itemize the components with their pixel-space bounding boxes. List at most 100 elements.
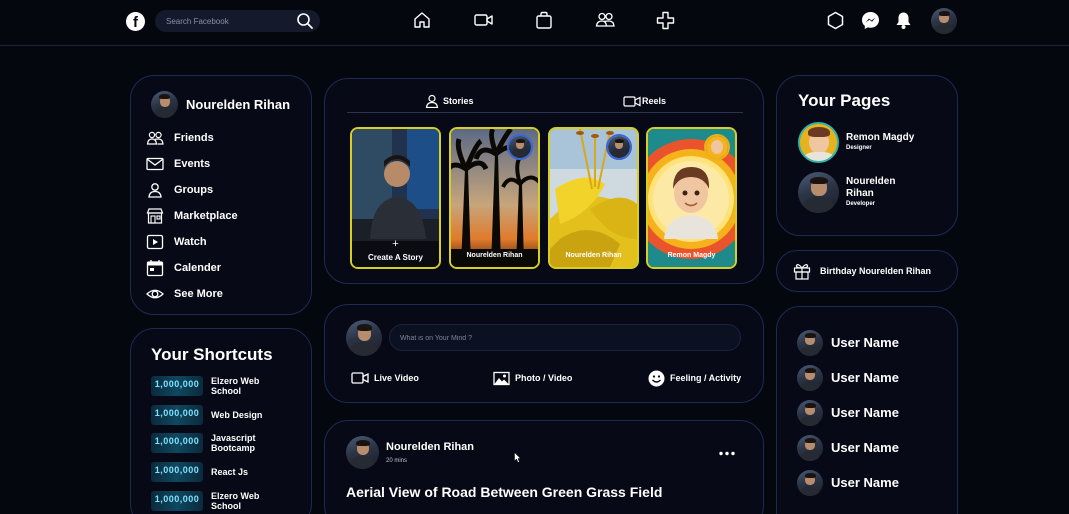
post-author-name[interactable]: Nourelden Rihan <box>386 441 474 453</box>
menu-item-friends[interactable]: Friends <box>146 128 214 148</box>
gift-icon <box>793 264 811 280</box>
mouse-cursor-icon <box>514 452 521 463</box>
contact-avatar <box>797 470 823 496</box>
story-label: Create A Story <box>368 253 423 262</box>
video-icon <box>351 372 369 384</box>
video-icon <box>623 95 641 107</box>
feeling-activity-label: Feeling / Activity <box>670 373 742 383</box>
smiley-icon <box>648 370 665 386</box>
profile-avatar[interactable] <box>151 91 178 118</box>
contact-name: User Name <box>831 440 899 455</box>
story-label: Remon Magdy <box>667 252 716 259</box>
story-avatar <box>704 134 730 160</box>
image-icon <box>493 371 510 385</box>
shortcut-thumbnail[interactable]: 1,000,000 <box>151 491 203 511</box>
story-avatar <box>507 134 533 160</box>
page-avatar[interactable] <box>798 172 839 213</box>
photo-video-label: Photo / Video <box>515 373 573 383</box>
tabs-divider <box>347 112 743 113</box>
gaming-icon[interactable] <box>656 11 675 30</box>
menu-item-marketplace[interactable]: Marketplace <box>146 206 238 226</box>
menu-item-label: Events <box>174 158 211 170</box>
menu-item-label: Calender <box>174 262 222 274</box>
photo-video-button[interactable]: Photo / Video <box>493 370 572 386</box>
shortcut-thumbnail[interactable]: 1,000,000 <box>151 462 203 482</box>
tab-stories-label: Stories <box>443 96 474 106</box>
shortcut-thumbnail[interactable]: 1,000,000 <box>151 376 203 396</box>
home-icon[interactable] <box>413 11 431 29</box>
tab-stories[interactable]: Stories <box>425 94 474 108</box>
story-card[interactable]: Nourelden Rihan <box>449 127 540 269</box>
search-box <box>155 10 320 32</box>
contact-name: User Name <box>831 335 899 350</box>
shortcut-label[interactable]: React Js <box>211 467 281 477</box>
birthday-label: Birthday Nourelden Rihan <box>820 266 932 276</box>
shortcuts-panel: Your Shortcuts 1,000,000 Elzero Web Scho… <box>130 328 312 514</box>
story-card[interactable]: Remon Magdy <box>646 127 737 269</box>
story-card[interactable]: Nourelden Rihan <box>548 127 639 269</box>
create-story-plus: + <box>392 238 399 250</box>
bell-icon[interactable] <box>895 11 912 30</box>
shortcut-thumbnail[interactable]: 1,000,000 <box>151 433 203 453</box>
search-input[interactable] <box>166 14 286 28</box>
live-video-label: Live Video <box>374 373 419 383</box>
menu-item-see-more[interactable]: See More <box>146 284 223 304</box>
video-icon[interactable] <box>474 11 493 29</box>
profile-name[interactable]: Nourelden Rihan <box>186 97 290 112</box>
friends-icon <box>146 131 164 145</box>
story-card-create[interactable]: + Create A Story <box>350 127 441 269</box>
menu-item-label: See More <box>174 288 223 300</box>
post-title: Aerial View of Road Between Green Grass … <box>346 484 663 500</box>
page-role: Designer <box>846 145 872 151</box>
post-author-avatar[interactable] <box>346 436 379 469</box>
user-icon <box>425 94 439 108</box>
contacts-panel: User Name User Name User Name User Name … <box>776 306 958 514</box>
contact-avatar <box>797 400 823 426</box>
menu-item-watch[interactable]: Watch <box>146 232 207 252</box>
hexagon-icon[interactable] <box>827 11 844 30</box>
facebook-logo[interactable]: f <box>126 12 145 31</box>
shortcut-label[interactable]: Elzero Web School <box>211 491 281 511</box>
marketplace-icon[interactable] <box>535 11 553 29</box>
contact-name: User Name <box>831 405 899 420</box>
tab-reels[interactable]: Reels <box>623 94 666 108</box>
events-icon <box>146 157 164 171</box>
marketplace-icon <box>146 208 164 224</box>
live-video-button[interactable]: Live Video <box>351 370 419 386</box>
eye-icon <box>146 289 164 299</box>
shortcut-label[interactable]: Javascript Bootcamp <box>211 433 281 453</box>
page-name[interactable]: Nourelden Rihan <box>846 176 916 200</box>
menu-item-label: Friends <box>174 132 214 144</box>
menu-item-groups[interactable]: Groups <box>146 180 213 200</box>
story-avatar <box>606 134 632 160</box>
groups-icon[interactable] <box>595 11 615 29</box>
page-name[interactable]: Remon Magdy <box>846 132 914 143</box>
contact-avatar <box>797 330 823 356</box>
story-label: Nourelden Rihan <box>565 252 622 259</box>
page-role: Developer <box>846 201 876 207</box>
messenger-icon[interactable] <box>861 11 880 30</box>
watch-icon <box>146 234 164 250</box>
shortcut-label[interactable]: Web Design <box>211 410 281 420</box>
composer-avatar[interactable] <box>346 320 382 356</box>
shortcut-thumbnail[interactable]: 1,000,000 <box>151 405 203 425</box>
account-avatar[interactable] <box>931 8 957 34</box>
search-icon[interactable] <box>296 12 314 30</box>
menu-panel: Nourelden Rihan Friends Events Groups Ma… <box>130 75 312 315</box>
menu-item-calender[interactable]: Calender <box>146 258 221 278</box>
more-options-icon[interactable] <box>719 451 735 456</box>
composer-panel: Live Video Photo / Video Feeling / Activ… <box>324 304 764 403</box>
story-label: Nourelden Rihan <box>466 252 523 259</box>
composer-input[interactable] <box>400 332 720 344</box>
feeling-activity-button[interactable]: Feeling / Activity <box>648 370 741 386</box>
composer-box <box>389 324 741 351</box>
contact-avatar <box>797 365 823 391</box>
your-pages-panel: Your Pages Remon Magdy Designer Nourelde… <box>776 75 958 236</box>
shortcut-label[interactable]: Elzero Web School <box>211 376 281 396</box>
page-avatar[interactable] <box>798 122 839 163</box>
birthday-panel[interactable]: Birthday Nourelden Rihan <box>776 250 958 292</box>
menu-item-label: Groups <box>174 184 214 196</box>
contact-name: User Name <box>831 475 899 490</box>
post-panel: Nourelden Rihan 20 mins Aerial View of R… <box>324 420 764 514</box>
menu-item-events[interactable]: Events <box>146 154 210 174</box>
